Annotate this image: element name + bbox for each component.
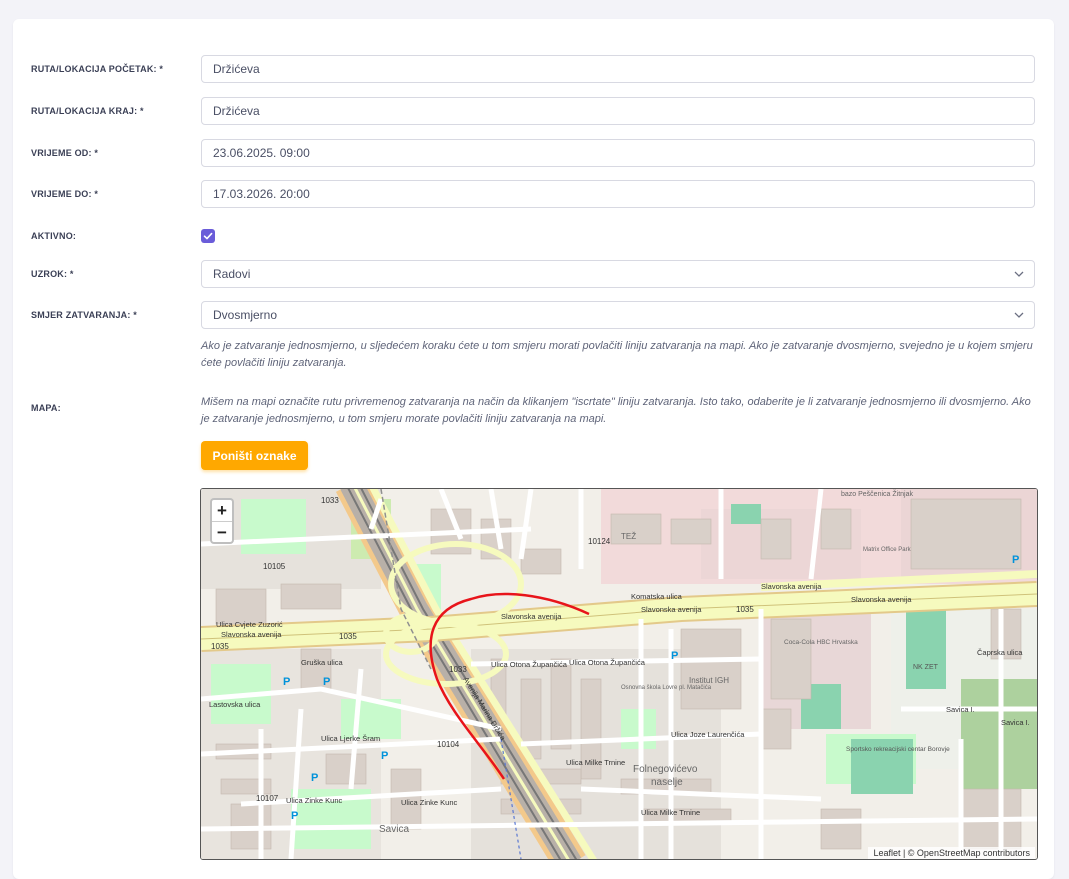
place-label-naselje: naselje [651,777,683,788]
reset-markers-button[interactable]: Poništi oznake [201,441,308,470]
poi-label: Coca-Cola HBC Hrvatska [784,639,858,646]
place-label-savica: Savica [379,824,409,835]
poi-label: Osnovna škola Lovre pl. Matačića [621,685,712,691]
direction-help-text: Ako je zatvaranje jednosmjerno, u sljede… [201,340,1033,369]
poi-label: Institut IGH [689,676,729,685]
start-location-input[interactable] [201,55,1035,83]
map-attribution[interactable]: Leaflet | © OpenStreetMap contributors [868,847,1035,859]
poi-label: NK ZET [913,664,939,671]
road-ref-10104: 10104 [437,740,460,749]
active-label: AKTIVNO: [31,231,77,241]
parking-icon: P [323,676,330,688]
chevron-down-icon [1014,312,1024,318]
parking-icon: P [291,810,298,822]
parking-icon: P [1012,554,1019,566]
zoom-control: + − [210,498,234,544]
road-ref-1035: 1035 [339,632,357,641]
time-to-label: VRIJEME DO: * [31,189,99,199]
time-from-input[interactable] [201,139,1035,167]
street-label: Ulica Milke Trnine [566,758,625,767]
street-label: Gruška ulica [301,658,344,667]
street-label: Ulica Zinke Kunc [286,796,343,805]
road-ref-10124: 10124 [588,537,611,546]
street-label: Slavonska avenija [851,595,912,604]
direction-label: SMJER ZATVARANJA: * [31,310,137,320]
end-label: RUTA/LOKACIJA KRAJ: * [31,106,144,116]
direction-select-value: Dvosmjerno [213,308,278,322]
map-view[interactable]: 1033 1033 1035 1035 1035 10105 10124 101… [200,488,1038,860]
start-label: RUTA/LOKACIJA POČETAK: * [31,64,164,74]
zoom-in-button[interactable]: + [212,500,232,522]
cause-select-value: Radovi [213,267,251,281]
poi-label: bazo Peščenica Žitnjak [841,489,913,498]
road-ref-1033: 1033 [449,665,467,674]
street-label: Ulica Otona Župančića [491,660,568,669]
cause-select[interactable]: Radovi [201,260,1035,288]
street-label: Ulica Joze Laurenčića [671,730,745,739]
poi-label: Sportsko rekreacijski centar Borovje [846,746,950,753]
parking-icon: P [283,676,290,688]
poi-label: TEŽ [621,532,636,541]
street-label: Ulica Ljerke Šram [321,734,380,743]
street-label: Slavonska avenija [641,605,702,614]
road-ref-10105: 10105 [263,562,286,571]
road-ref-1035: 1035 [736,605,754,614]
street-label: Čaprska ulica [977,648,1023,657]
check-icon [203,232,213,240]
poi-label: Matrix Office Park [863,547,912,553]
map-tiles[interactable]: 1033 1033 1035 1035 1035 10105 10124 101… [201,489,1037,859]
road-ref-1033: 1033 [321,496,339,505]
street-label: Slavonska avenija [761,582,822,591]
zoom-out-button[interactable]: − [212,522,232,543]
direction-select[interactable]: Dvosmjerno [201,301,1035,329]
map-help-text: Mišem na mapi označite rutu privremenog … [201,396,1031,425]
map-label: MAPA: [31,403,61,413]
street-label: Ulica Cvjete Zuzorić [216,620,283,629]
road-ref-10107: 10107 [256,794,279,803]
street-label: Slavonska avenija [221,630,282,639]
parking-icon: P [311,772,318,784]
street-label: Ulica Otona Župančića [569,658,646,667]
street-label: Ulica Milke Trnine [641,808,700,817]
street-label: Lastovska ulica [209,700,261,709]
place-label-folnegovicevo: Folnegovićevo [633,764,698,775]
street-label: Komatska ulica [631,592,683,601]
street-label: Slavonska avenija [501,612,562,621]
cause-label: UZROK: * [31,269,74,279]
road-ref-1035: 1035 [211,642,229,651]
parking-icon: P [381,750,388,762]
end-location-input[interactable] [201,97,1035,125]
time-to-input[interactable] [201,180,1035,208]
time-from-label: VRIJEME OD: * [31,148,99,158]
chevron-down-icon [1014,271,1024,277]
street-label: Ulica Zinke Kunc [401,798,458,807]
parking-icon: P [671,650,678,662]
active-checkbox[interactable] [201,229,215,243]
street-label: Savica I. [946,705,975,714]
street-label: Savica I. [1001,718,1030,727]
